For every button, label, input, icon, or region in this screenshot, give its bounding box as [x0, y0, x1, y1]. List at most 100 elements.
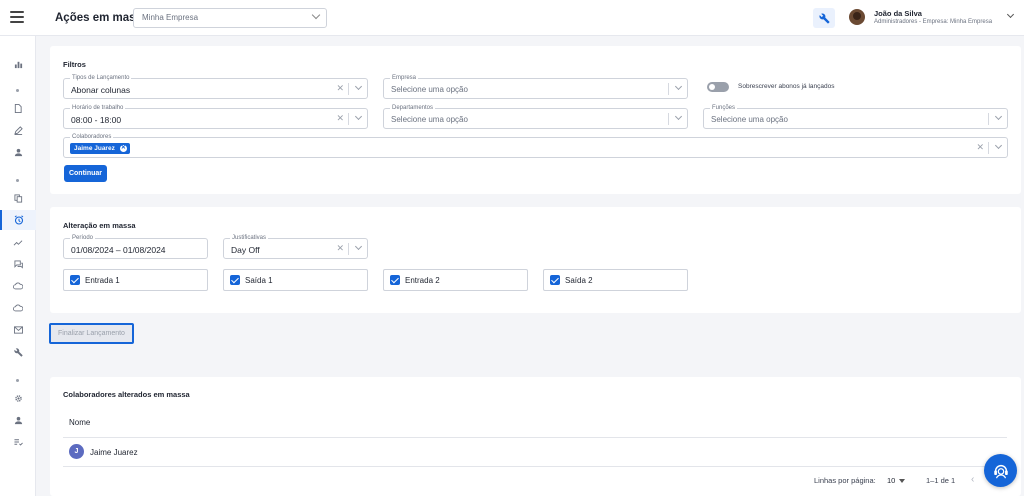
- chip-remove-icon[interactable]: ✕: [119, 145, 127, 152]
- select-divider: [348, 83, 349, 95]
- alarm-clock-icon: [14, 215, 24, 225]
- document-icon: [14, 103, 22, 113]
- clear-icon[interactable]: ✕: [336, 113, 344, 124]
- horario-label: Horário de trabalho: [70, 104, 126, 113]
- person-icon: [14, 148, 22, 156]
- clear-icon[interactable]: ✕: [336, 83, 344, 94]
- copy-icon: [13, 193, 22, 203]
- entrada-1-checkbox[interactable]: Entrada 1: [63, 269, 208, 291]
- sidebar-item-dashboard[interactable]: [0, 54, 36, 74]
- chevron-down-icon[interactable]: [674, 112, 683, 121]
- checkbox-label: Saída 1: [245, 276, 273, 285]
- avatar: [849, 9, 865, 25]
- empresa-label: Empresa: [390, 74, 419, 83]
- alteracao-title: Alteração em massa: [63, 221, 136, 230]
- tools-button[interactable]: [813, 8, 835, 28]
- sidebar-item-people[interactable]: [0, 142, 36, 162]
- chevron-down-icon[interactable]: [994, 112, 1003, 121]
- finalizar-lancamento-button[interactable]: Finalizar Lançamento: [49, 323, 134, 344]
- sidebar-item-mail[interactable]: [0, 320, 36, 340]
- select-divider: [988, 142, 989, 154]
- company-select-value: Minha Empresa: [142, 13, 199, 22]
- entrada-2-checkbox[interactable]: Entrada 2: [383, 269, 528, 291]
- select-divider: [988, 113, 989, 125]
- chip-label: Jaime Juarez: [74, 145, 115, 152]
- colaborador-chip: Jaime Juarez ✕: [70, 143, 130, 154]
- sidebar-item-cloud-upload[interactable]: [0, 276, 36, 296]
- checkbox-label: Entrada 2: [405, 276, 440, 285]
- wrench-icon: [13, 347, 23, 357]
- sidebar-item-documents[interactable]: [0, 98, 36, 118]
- wrench-icon: [818, 13, 830, 24]
- continuar-button[interactable]: Continuar: [64, 165, 107, 182]
- sidebar-item-checklist[interactable]: [0, 432, 36, 452]
- colaboradores-label: Colaboradores: [70, 133, 114, 142]
- bar-chart-icon: [14, 61, 22, 68]
- sidebar-item-user[interactable]: [0, 410, 36, 430]
- cloud-icon: [13, 304, 23, 312]
- gear-icon: [14, 394, 22, 402]
- avatar: J: [69, 444, 84, 459]
- departamentos-select[interactable]: Departamentos Selecione uma opção: [383, 104, 688, 129]
- horario-value: 08:00 - 18:00: [71, 115, 122, 125]
- justificativas-select[interactable]: Justificativas Day Off ✕: [223, 234, 368, 259]
- sidebar-separator-dot: [16, 179, 19, 182]
- sidebar-item-tools[interactable]: [0, 342, 36, 362]
- chevron-down-icon[interactable]: [354, 242, 363, 251]
- person-icon: [14, 416, 22, 424]
- chevron-down-icon[interactable]: [354, 82, 363, 91]
- hamburger-menu-icon[interactable]: [10, 11, 24, 25]
- empresa-placeholder: Selecione uma opção: [391, 85, 468, 94]
- filters-title: Filtros: [63, 60, 86, 69]
- caret-down-icon[interactable]: [899, 479, 905, 483]
- pagination-range: 1–1 de 1: [926, 476, 956, 485]
- sidebar-item-trends[interactable]: [0, 232, 36, 252]
- chevron-down-icon[interactable]: [674, 82, 683, 91]
- chevron-down-icon[interactable]: [994, 141, 1003, 150]
- support-button[interactable]: [984, 454, 1017, 487]
- sidebar-item-cloud-sync[interactable]: [0, 298, 36, 318]
- clear-icon[interactable]: ✕: [336, 243, 344, 254]
- sidebar-item-edit[interactable]: [0, 120, 36, 140]
- clear-icon[interactable]: ✕: [976, 142, 984, 153]
- funcoes-label: Funções: [710, 104, 738, 113]
- sidebar-item-messages[interactable]: [0, 254, 36, 274]
- checkbox-checked-icon: [230, 275, 240, 285]
- saida-2-checkbox[interactable]: Saída 2: [543, 269, 688, 291]
- chevron-left-icon[interactable]: ‹: [971, 474, 974, 485]
- checklist-icon: [13, 439, 23, 446]
- cloud-icon: [13, 282, 23, 290]
- user-menu[interactable]: João da Silva Administradores - Empresa:…: [845, 6, 1017, 30]
- checkbox-label: Saída 2: [565, 276, 593, 285]
- chevron-down-icon[interactable]: [354, 112, 363, 121]
- sidebar: [0, 36, 36, 496]
- sidebar-separator-dot: [16, 379, 19, 382]
- empresa-select[interactable]: Empresa Selecione uma opção: [383, 74, 688, 99]
- saida-1-checkbox[interactable]: Saída 1: [223, 269, 368, 291]
- sidebar-item-alarm[interactable]: [0, 210, 36, 230]
- periodo-field[interactable]: Período 01/08/2024 – 01/08/2024: [63, 234, 208, 259]
- departamentos-label: Departamentos: [390, 104, 436, 113]
- tipos-lancamento-select[interactable]: Tipos de Lançamento Abonar colunas ✕: [63, 74, 368, 99]
- sidebar-item-settings[interactable]: [0, 388, 36, 408]
- column-header-nome: Nome: [69, 418, 91, 427]
- select-divider: [668, 113, 669, 125]
- table-divider: [63, 437, 1007, 438]
- sidebar-item-copy[interactable]: [0, 188, 36, 208]
- trending-icon: [13, 239, 23, 246]
- rows-per-page-select[interactable]: 10: [887, 476, 895, 485]
- alterados-title: Colaboradores alterados em massa: [63, 390, 190, 399]
- checkbox-checked-icon: [390, 275, 400, 285]
- select-divider: [348, 113, 349, 125]
- rows-per-page-label: Linhas por página:: [814, 476, 876, 485]
- colaboradores-select[interactable]: Colaboradores Jaime Juarez ✕ ✕: [63, 133, 1008, 158]
- departamentos-placeholder: Selecione uma opção: [391, 115, 468, 124]
- funcoes-placeholder: Selecione uma opção: [711, 115, 788, 124]
- horario-select[interactable]: Horário de trabalho 08:00 - 18:00 ✕: [63, 104, 368, 129]
- sobrescrever-toggle[interactable]: [707, 82, 729, 92]
- company-select[interactable]: Minha Empresa: [133, 8, 327, 28]
- justificativas-value: Day Off: [231, 245, 260, 255]
- funcoes-select[interactable]: Funções Selecione uma opção: [703, 104, 1008, 129]
- periodo-label: Período: [70, 234, 96, 243]
- tipos-lancamento-value: Abonar colunas: [71, 85, 131, 95]
